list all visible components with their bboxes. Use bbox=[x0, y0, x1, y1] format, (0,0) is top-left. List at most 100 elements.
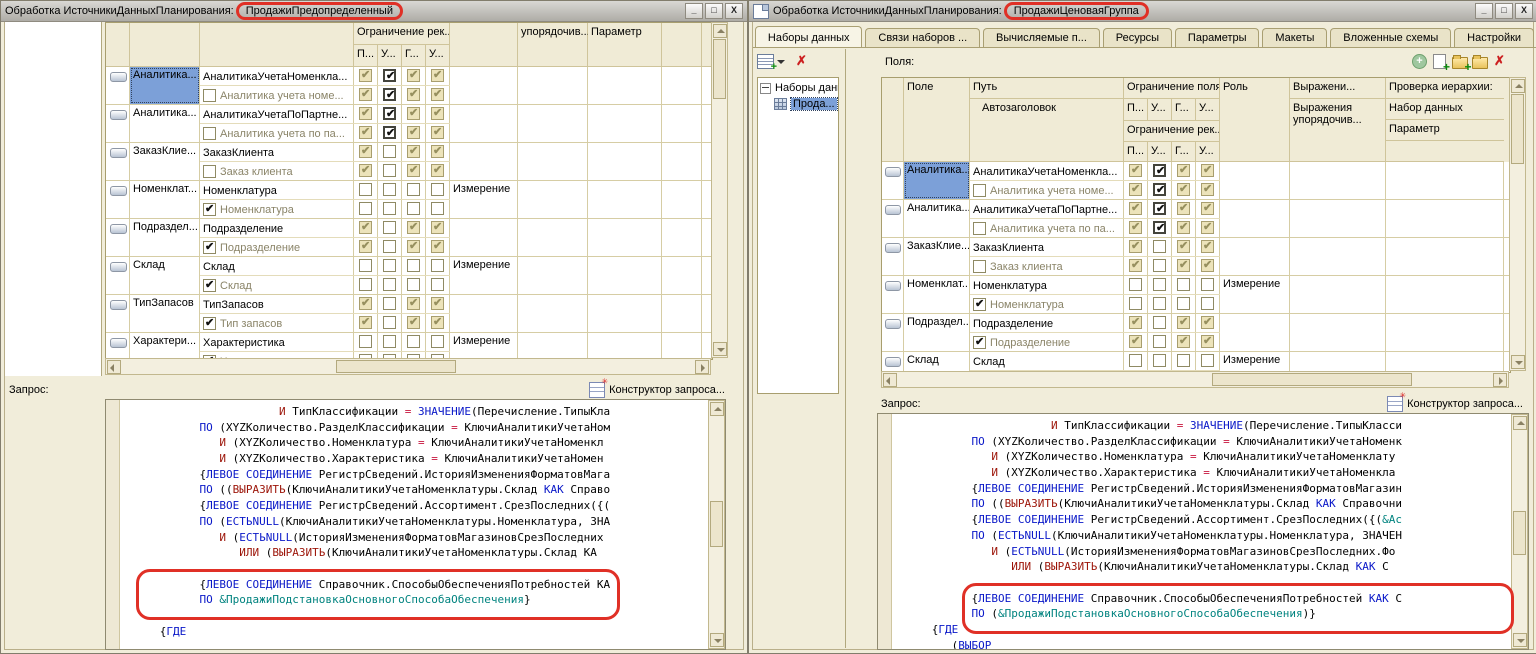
field-name-cell[interactable]: Номенклат... bbox=[904, 276, 970, 313]
table-row[interactable]: Подраздел...Подразделение✔✔✔✔Подразделен… bbox=[882, 314, 1510, 352]
checkbox[interactable]: ✔ bbox=[359, 240, 372, 253]
right-fields-table[interactable]: ПолеПутьАвтозаголовокОграничение поляП..… bbox=[881, 77, 1511, 373]
checkbox[interactable] bbox=[407, 278, 420, 291]
checkbox[interactable]: ✔ bbox=[1201, 221, 1214, 234]
tree-root-datasets[interactable]: Наборы данных bbox=[758, 80, 838, 96]
role-cell[interactable]: Измерение bbox=[1220, 276, 1290, 313]
table-row[interactable]: СкладСклад✔СкладИзмерение bbox=[882, 352, 1510, 371]
role-cell[interactable]: Измерение bbox=[1220, 352, 1290, 371]
table-row[interactable]: Аналитика...АналитикаУчетаНоменкла...✔✔✔… bbox=[882, 162, 1510, 200]
tree-splitter[interactable] bbox=[845, 49, 846, 648]
checkbox[interactable] bbox=[1129, 354, 1142, 367]
row-grip-icon[interactable] bbox=[110, 186, 127, 196]
role-cell[interactable] bbox=[450, 219, 518, 256]
checkbox[interactable] bbox=[383, 278, 396, 291]
row-grip-icon[interactable] bbox=[885, 205, 901, 215]
checkbox[interactable] bbox=[431, 183, 444, 196]
row-grip-icon[interactable] bbox=[885, 281, 901, 291]
checkbox[interactable] bbox=[1201, 297, 1214, 310]
checkbox[interactable]: ✔ bbox=[407, 107, 420, 120]
checkbox[interactable]: ✔ bbox=[1129, 240, 1142, 253]
checkbox[interactable] bbox=[359, 259, 372, 272]
role-cell[interactable]: Измерение bbox=[450, 257, 518, 294]
checkbox[interactable]: ✔ bbox=[1201, 183, 1214, 196]
datasets-tree[interactable]: Наборы данных Прода... bbox=[757, 77, 839, 394]
move-to-folder-button[interactable] bbox=[1471, 53, 1488, 69]
field-name-cell[interactable]: Аналитика... bbox=[904, 162, 970, 199]
checkbox[interactable] bbox=[1153, 316, 1166, 329]
table-row[interactable]: СкладСклад✔СкладИзмерение bbox=[106, 257, 712, 295]
checkbox[interactable]: ✔ bbox=[1153, 183, 1166, 196]
checkbox[interactable] bbox=[1177, 354, 1190, 367]
checkbox[interactable]: ✔ bbox=[1201, 259, 1214, 272]
checkbox[interactable] bbox=[383, 145, 396, 158]
checkbox[interactable] bbox=[1177, 278, 1190, 291]
delete-dataset-button[interactable]: ✗ bbox=[793, 53, 810, 69]
checkbox[interactable] bbox=[1153, 259, 1166, 272]
right-window-titlebar[interactable]: Обработка ИсточникиДанныхПланирования: П… bbox=[749, 1, 1536, 22]
tab-Макеты[interactable]: Макеты bbox=[1262, 28, 1327, 47]
table-row[interactable]: Подраздел...Подразделение✔✔✔✔Подразделен… bbox=[106, 219, 712, 257]
table-row[interactable]: ТипЗапасовТипЗапасов✔✔✔✔Тип запасов✔✔✔ bbox=[106, 295, 712, 333]
row-grip-icon[interactable] bbox=[885, 167, 901, 177]
field-name-cell[interactable]: Склад bbox=[904, 352, 970, 371]
table-row[interactable]: Аналитика...АналитикаУчетаПоПартне...✔✔✔… bbox=[882, 200, 1510, 238]
table-row[interactable]: Аналитика...АналитикаУчетаПоПартне...✔✔✔… bbox=[106, 105, 712, 143]
checkbox[interactable]: ✔ bbox=[431, 126, 444, 139]
checkbox[interactable] bbox=[383, 259, 396, 272]
checkbox[interactable]: ✔ bbox=[1153, 202, 1166, 215]
role-cell[interactable] bbox=[1220, 200, 1290, 237]
field-use-checkbox[interactable] bbox=[973, 260, 986, 273]
checkbox[interactable] bbox=[383, 335, 396, 348]
checkbox[interactable] bbox=[1153, 297, 1166, 310]
table-row[interactable]: Номенклат...Номенклатура✔НоменклатураИзм… bbox=[882, 276, 1510, 314]
field-name-cell[interactable]: Склад bbox=[130, 257, 200, 294]
role-cell[interactable] bbox=[450, 67, 518, 104]
checkbox[interactable]: ✔ bbox=[1177, 183, 1190, 196]
checkbox[interactable]: ✔ bbox=[359, 316, 372, 329]
minimize-button[interactable]: _ bbox=[685, 3, 703, 19]
checkbox[interactable]: ✔ bbox=[1201, 316, 1214, 329]
checkbox[interactable] bbox=[407, 259, 420, 272]
left-window-titlebar[interactable]: Обработка ИсточникиДанныхПланирования: П… bbox=[1, 1, 747, 22]
field-use-checkbox[interactable] bbox=[973, 184, 986, 197]
left-query-text[interactable]: И ТипКлассификации = ЗНАЧЕНИЕ(Перечислен… bbox=[120, 404, 707, 649]
checkbox[interactable]: ✔ bbox=[407, 164, 420, 177]
add-dataset-dropdown[interactable] bbox=[776, 53, 786, 69]
role-cell[interactable] bbox=[450, 295, 518, 332]
checkbox[interactable] bbox=[1129, 278, 1142, 291]
checkbox[interactable]: ✔ bbox=[359, 221, 372, 234]
checkbox[interactable]: ✔ bbox=[431, 88, 444, 101]
checkbox[interactable]: ✔ bbox=[1129, 183, 1142, 196]
checkbox[interactable]: ✔ bbox=[1129, 259, 1142, 272]
left-table-hscrollbar[interactable] bbox=[105, 358, 711, 375]
tab-Наборы данных[interactable]: Наборы данных bbox=[755, 26, 862, 47]
checkbox[interactable] bbox=[359, 183, 372, 196]
checkbox[interactable]: ✔ bbox=[1201, 164, 1214, 177]
checkbox[interactable] bbox=[1177, 297, 1190, 310]
field-use-checkbox[interactable]: ✔ bbox=[203, 241, 216, 254]
left-query-vscrollbar[interactable] bbox=[708, 400, 725, 649]
left-fields-table[interactable]: Ограничение рек...П...У...Г...У...упоряд… bbox=[105, 22, 713, 360]
checkbox[interactable]: ✔ bbox=[431, 145, 444, 158]
checkbox[interactable] bbox=[407, 202, 420, 215]
checkbox[interactable] bbox=[1153, 240, 1166, 253]
right-query-vscrollbar[interactable] bbox=[1511, 414, 1528, 649]
role-cell[interactable] bbox=[1220, 238, 1290, 275]
add-auto-field-button[interactable] bbox=[1431, 53, 1448, 69]
checkbox[interactable]: ✔ bbox=[431, 69, 444, 82]
checkbox[interactable] bbox=[359, 202, 372, 215]
field-name-cell[interactable]: Аналитика... bbox=[130, 67, 200, 104]
checkbox[interactable] bbox=[1129, 297, 1142, 310]
minimize-button[interactable]: _ bbox=[1475, 3, 1493, 19]
row-grip-icon[interactable] bbox=[110, 110, 127, 120]
field-name-cell[interactable]: Подраздел... bbox=[904, 314, 970, 351]
checkbox[interactable]: ✔ bbox=[431, 107, 444, 120]
maximize-button[interactable]: □ bbox=[1495, 3, 1513, 19]
row-grip-icon[interactable] bbox=[110, 148, 127, 158]
checkbox[interactable]: ✔ bbox=[1201, 202, 1214, 215]
field-use-checkbox[interactable] bbox=[203, 165, 216, 178]
field-use-checkbox[interactable] bbox=[203, 89, 216, 102]
checkbox[interactable] bbox=[383, 297, 396, 310]
checkbox[interactable] bbox=[407, 183, 420, 196]
